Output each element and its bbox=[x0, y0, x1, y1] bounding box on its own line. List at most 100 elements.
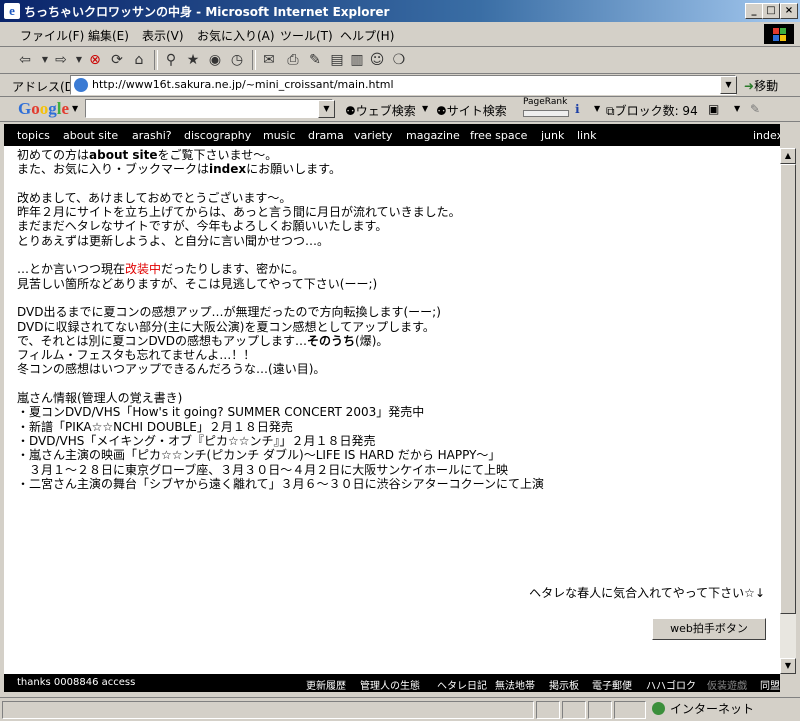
nav-discography[interactable]: discography bbox=[184, 129, 251, 142]
site-search-button[interactable]: ⚉サイト検索 bbox=[436, 102, 507, 119]
nav-variety[interactable]: variety bbox=[354, 129, 392, 142]
footer-link-profile[interactable]: 管理人の生態 bbox=[360, 677, 420, 692]
refresh-icon[interactable]: ⟳ bbox=[108, 51, 126, 69]
menu-view[interactable]: 表示(V) bbox=[142, 27, 184, 44]
access-counter: thanks 0008846 access bbox=[17, 677, 136, 688]
text-line: 改めまして、あけましておめでとうございます～。 bbox=[17, 190, 292, 205]
toolbar-separator bbox=[252, 50, 256, 70]
google-search-input[interactable] bbox=[85, 99, 333, 118]
popup-blocker-button[interactable]: ⧉ブロック数: 94 bbox=[606, 102, 698, 119]
highlight-icon[interactable]: ✎ bbox=[750, 102, 760, 116]
nav-arashi[interactable]: arashi? bbox=[132, 129, 172, 142]
info-heading: 嵐さん情報(管理人の覚え書き) bbox=[17, 391, 183, 406]
google-menu-dropdown-icon[interactable]: ▼ bbox=[72, 104, 78, 113]
search-icon[interactable]: ⚲ bbox=[162, 51, 180, 69]
index-link[interactable]: index bbox=[209, 162, 246, 176]
menu-help[interactable]: ヘルプ(H) bbox=[340, 27, 394, 44]
status-cell bbox=[562, 701, 586, 719]
encouragement-message: ヘタレな春人に気合入れてやって下さい☆↓ bbox=[529, 586, 765, 600]
footer-link-hahagoroku[interactable]: ハハゴロク bbox=[646, 677, 696, 692]
minimize-button[interactable]: _ bbox=[745, 3, 763, 19]
options-dropdown-icon[interactable]: ▼ bbox=[734, 104, 740, 113]
menu-file[interactable]: ファイル(F) bbox=[20, 27, 84, 44]
discuss-icon[interactable]: ▥ bbox=[348, 51, 366, 69]
menu-favorites[interactable]: お気に入り(A) bbox=[197, 27, 275, 44]
scroll-thumb[interactable] bbox=[780, 164, 796, 614]
footer-link-mail[interactable]: 電子郵便 bbox=[592, 677, 632, 692]
web-clap-button[interactable]: web拍手ボタン bbox=[652, 618, 766, 640]
scroll-down-icon[interactable]: ▼ bbox=[780, 658, 796, 674]
popup-blocker-icon: ⧉ bbox=[606, 104, 615, 118]
edit-icon[interactable]: ✎ bbox=[306, 51, 324, 69]
windows-logo-icon bbox=[764, 24, 794, 44]
google-search-dropdown-icon[interactable]: ▼ bbox=[318, 100, 335, 118]
nav-music[interactable]: music bbox=[263, 129, 296, 142]
close-button[interactable]: × bbox=[780, 3, 798, 19]
go-button[interactable]: ➜移動 bbox=[744, 77, 778, 94]
footer-link-lawless[interactable]: 無法地帯 bbox=[495, 677, 535, 692]
home-icon[interactable]: ⌂ bbox=[130, 51, 148, 69]
text-line: まだまだヘタレなサイトですが、今年もよろしくお願いいたします。 bbox=[17, 219, 388, 234]
scroll-up-icon[interactable]: ▲ bbox=[780, 148, 796, 164]
nav-link[interactable]: link bbox=[577, 129, 596, 142]
text-line: …とか言いつつ現在改装中だったりします、密かに。 bbox=[17, 262, 544, 276]
document-icon[interactable]: ▤ bbox=[328, 51, 346, 69]
bold-text: そのうち bbox=[307, 333, 356, 348]
web-search-dropdown-icon[interactable]: ▼ bbox=[422, 104, 428, 113]
forward-icon[interactable]: ⇨ bbox=[52, 51, 70, 69]
footer-link-diary[interactable]: ヘタレ日記 bbox=[437, 677, 487, 692]
footer-link-bbs[interactable]: 掲示板 bbox=[549, 677, 579, 692]
options-icon[interactable]: ▣ bbox=[708, 102, 719, 116]
footer-link-costume: 仮装遊戯 bbox=[707, 681, 747, 692]
status-cell bbox=[614, 701, 646, 719]
footer-link-alliance[interactable]: 同盟 bbox=[760, 677, 780, 692]
page-icon bbox=[74, 78, 88, 92]
go-arrow-icon: ➜ bbox=[744, 79, 755, 93]
window-title: ちっちゃいクロワッサンの中身 - Microsoft Internet Expl… bbox=[24, 5, 390, 19]
text-span: だったりします、密かに。 bbox=[161, 262, 305, 277]
address-input[interactable]: http://www16t.sakura.ne.jp/~mini_croissa… bbox=[70, 75, 736, 95]
stop-icon[interactable]: ⊗ bbox=[86, 51, 104, 69]
zone-label: インターネット bbox=[670, 702, 755, 716]
info-item: ・夏コンDVD/VHS「How's it going? SUMMER CONCE… bbox=[17, 405, 425, 420]
messenger-icon[interactable]: ☺ bbox=[368, 51, 386, 69]
status-cell bbox=[536, 701, 560, 719]
menu-edit[interactable]: 編集(E) bbox=[88, 27, 129, 44]
pagerank-label: PageRank bbox=[523, 97, 568, 107]
nav-drama[interactable]: drama bbox=[308, 129, 344, 142]
bubble-icon[interactable]: ❍ bbox=[390, 51, 408, 69]
text-line: 昨年２月にサイトを立ち上げてからは、あっと言う間に月日が流れていきました。 bbox=[17, 205, 461, 220]
nav-about-site[interactable]: about site bbox=[63, 129, 118, 142]
favorites-icon[interactable]: ★ bbox=[184, 51, 202, 69]
about-site-link[interactable]: about site bbox=[89, 148, 158, 162]
text-span: …とか言いつつ現在 bbox=[17, 262, 126, 277]
back-icon[interactable]: ⇦ bbox=[16, 51, 34, 69]
nav-topics[interactable]: topics bbox=[17, 129, 50, 142]
status-cell bbox=[588, 701, 612, 719]
footer-link-history[interactable]: 更新履歴 bbox=[306, 677, 346, 692]
nav-free-space[interactable]: free space bbox=[470, 129, 527, 142]
address-dropdown-icon[interactable]: ▼ bbox=[720, 76, 737, 94]
google-logo[interactable]: Google bbox=[18, 99, 69, 119]
text-line: で、それとは別に夏コンDVDの感想もアップします…そのうち(爆)。 bbox=[17, 334, 544, 348]
print-icon[interactable]: ⎙ bbox=[284, 51, 302, 69]
maximize-button[interactable]: □ bbox=[762, 3, 780, 19]
mail-icon[interactable]: ✉ bbox=[260, 51, 278, 69]
web-search-button[interactable]: ⚉ウェブ検索 bbox=[345, 102, 416, 119]
media-icon[interactable]: ◉ bbox=[206, 51, 224, 69]
history-icon[interactable]: ◷ bbox=[228, 51, 246, 69]
info-dropdown-icon[interactable]: ▼ bbox=[594, 104, 600, 113]
nav-magazine[interactable]: magazine bbox=[406, 129, 460, 142]
info-item: ・嵐さん主演の映画「ピカ☆☆ンチ(ピカンチ ダブル)～LIFE IS HARD … bbox=[17, 448, 501, 463]
status-bar: インターネット bbox=[0, 697, 800, 721]
menu-tools[interactable]: ツール(T) bbox=[280, 27, 333, 44]
nav-index[interactable]: index bbox=[753, 129, 780, 142]
text-span: にお願いします。 bbox=[246, 162, 341, 177]
nav-junk[interactable]: junk bbox=[541, 129, 564, 142]
web-page: topics about site arashi? discography mu… bbox=[4, 124, 780, 692]
info-icon[interactable]: ℹ bbox=[575, 102, 580, 116]
info-item: ・二宮さん主演の舞台「シブヤから遠く離れて」３月６～３０日に渋谷シアターコクーン… bbox=[17, 476, 545, 491]
text-span: で、それとは別に夏コンDVDの感想もアップします… bbox=[17, 333, 308, 348]
block-count: ブロック数: 94 bbox=[614, 104, 698, 118]
vertical-scrollbar[interactable]: ▲ ▼ bbox=[780, 148, 796, 674]
